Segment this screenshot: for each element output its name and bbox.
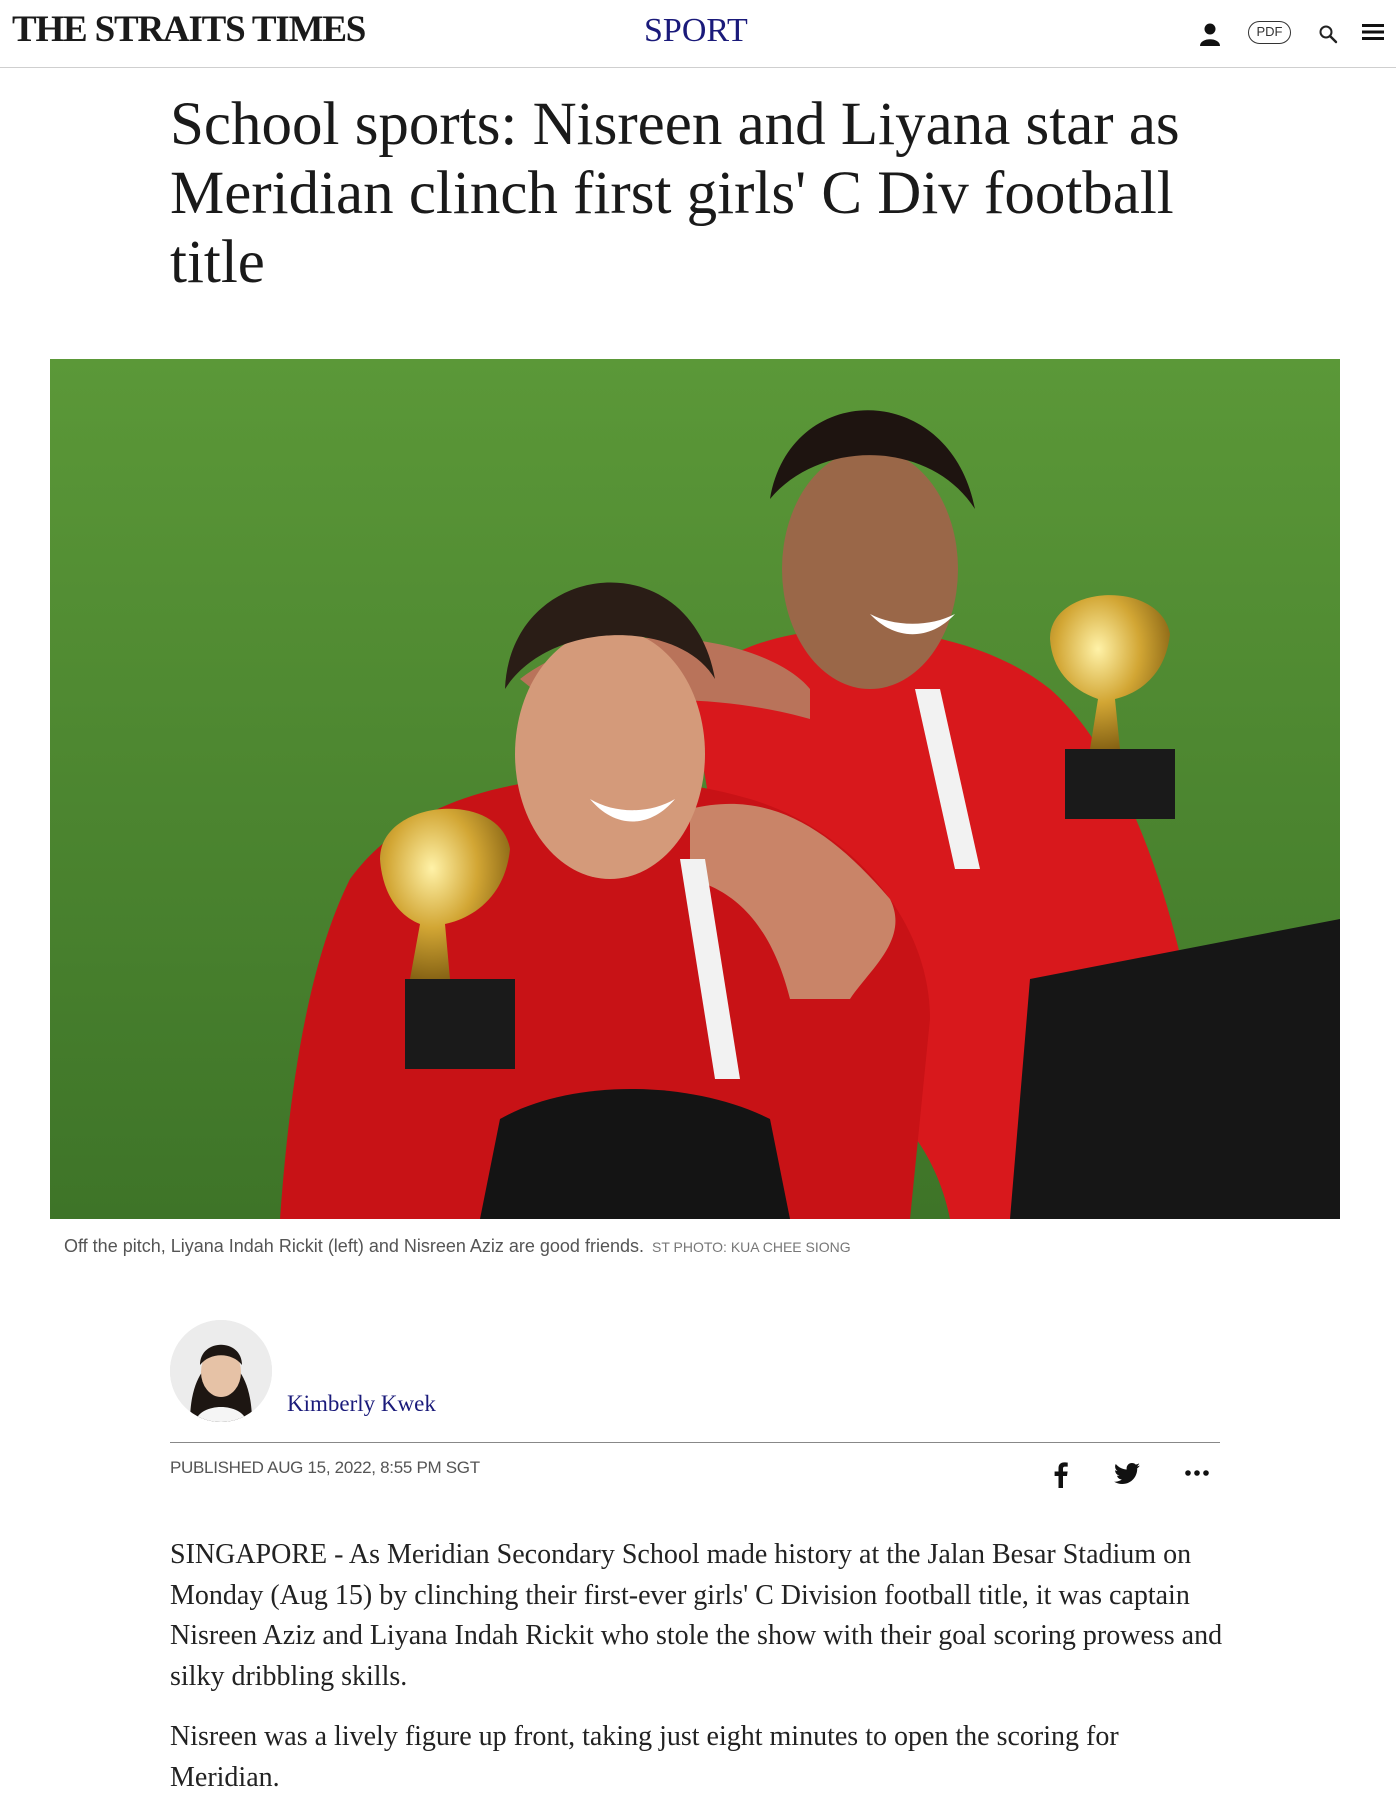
article-headline: School sports: Nisreen and Liyana star a… xyxy=(170,91,1180,296)
byline-divider xyxy=(170,1442,1220,1443)
site-logo[interactable]: THE STRAITS TIMES xyxy=(12,8,366,51)
more-icon[interactable] xyxy=(1183,1460,1211,1486)
pdf-button[interactable]: PDF xyxy=(1248,21,1291,44)
section-label[interactable]: SPORT xyxy=(644,12,748,50)
site-header: THE STRAITS TIMES SPORT PDF xyxy=(0,0,1396,68)
user-icon[interactable] xyxy=(1199,22,1221,46)
article-photo[interactable] xyxy=(50,359,1340,1219)
author-name-link[interactable]: Kimberly Kwek xyxy=(287,1391,436,1417)
article-body: SINGAPORE - As Meridian Secondary School… xyxy=(170,1535,1230,1818)
published-date: PUBLISHED AUG 15, 2022, 8:55 PM SGT xyxy=(170,1458,480,1477)
author-avatar[interactable] xyxy=(170,1320,272,1422)
twitter-icon[interactable] xyxy=(1113,1460,1141,1486)
facebook-icon[interactable] xyxy=(1050,1460,1072,1488)
article-paragraph: SINGAPORE - As Meridian Secondary School… xyxy=(170,1539,1223,1692)
menu-icon[interactable] xyxy=(1362,22,1384,42)
search-icon[interactable] xyxy=(1318,24,1338,44)
caption-text: Off the pitch, Liyana Indah Rickit (left… xyxy=(64,1236,644,1256)
photo-credit: ST PHOTO: KUA CHEE SIONG xyxy=(651,1239,851,1255)
photo-caption: Off the pitch, Liyana Indah Rickit (left… xyxy=(64,1236,1334,1257)
article-paragraph: Nisreen was a lively figure up front, ta… xyxy=(170,1721,1119,1793)
